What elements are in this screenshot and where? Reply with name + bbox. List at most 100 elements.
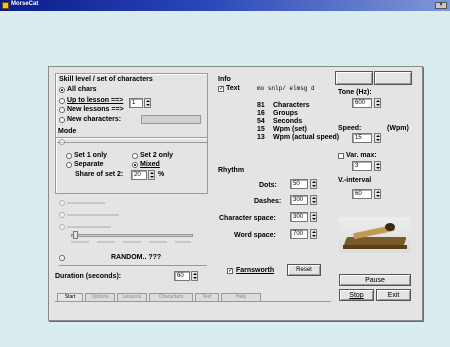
- word-space-spinner[interactable]: [310, 229, 317, 239]
- text-checkbox[interactable]: ✓: [218, 86, 224, 92]
- dots-spinner[interactable]: [310, 179, 317, 189]
- text-sample: mo snlp/ elmsg d: [257, 85, 315, 92]
- set1-only-label: Set 1 only: [74, 152, 108, 159]
- tab-characters[interactable]: Characters: [149, 293, 193, 301]
- separate-radio[interactable]: [66, 162, 72, 168]
- info-label-wpm-actual: Wpm (actual speed): [273, 134, 340, 141]
- random-divider: [59, 265, 207, 266]
- char-space-label: Character space:: [219, 215, 276, 222]
- tab-help[interactable]: Help: [221, 293, 261, 301]
- info-num-seconds: 54: [257, 118, 265, 125]
- close-icon[interactable]: ×: [435, 2, 447, 9]
- char-space-field[interactable]: 300: [290, 212, 308, 222]
- tab-options[interactable]: Options: [85, 293, 115, 301]
- text-checkbox-label: Text: [226, 85, 240, 92]
- farnsworth-checkbox[interactable]: ✓: [227, 268, 233, 274]
- tab-lessons[interactable]: Lessons: [117, 293, 147, 301]
- info-label-characters: Characters: [273, 102, 310, 109]
- new-lessons-radio[interactable]: [59, 107, 65, 113]
- random-option-3-radio: [59, 224, 65, 230]
- skill-heading: Skill level / set of characters: [59, 76, 153, 83]
- share-field[interactable]: 20: [131, 170, 147, 180]
- info-label-groups: Groups: [273, 110, 298, 117]
- duration-field[interactable]: 60: [174, 271, 190, 281]
- all-chars-radio[interactable]: [59, 87, 65, 93]
- tone-spinner[interactable]: [374, 98, 381, 108]
- info-label-seconds: Seconds: [273, 118, 303, 125]
- main-window: Skill level / set of characters All char…: [48, 66, 423, 321]
- mixed-label: Mixed: [140, 161, 160, 168]
- dots-field[interactable]: 50: [290, 179, 308, 189]
- info-num-wpm-set: 15: [257, 126, 265, 133]
- app-icon: [2, 2, 9, 9]
- info-num-groups: 16: [257, 110, 265, 117]
- tab-strip-line: [55, 301, 331, 302]
- dashes-spinner[interactable]: [310, 195, 317, 205]
- word-space-field[interactable]: 700: [290, 229, 308, 239]
- info-heading: Info: [218, 76, 231, 83]
- mode-disabled-radio: [59, 139, 65, 145]
- var-max-label: Var. max:: [346, 152, 377, 159]
- random-option-3-text: [67, 226, 111, 228]
- v-interval-spinner[interactable]: [374, 189, 381, 199]
- title-bar: MorseCat ×: [0, 0, 450, 11]
- top-left-button[interactable]: [335, 71, 373, 85]
- separate-label: Separate: [74, 161, 104, 168]
- char-space-spinner[interactable]: [310, 212, 317, 222]
- word-space-label: Word space:: [234, 232, 276, 239]
- speed-unit: (Wpm): [387, 125, 409, 132]
- tab-start[interactable]: Start: [57, 293, 83, 301]
- info-label-wpm-set: Wpm (set): [273, 126, 307, 133]
- info-num-wpm-actual: 13: [257, 134, 265, 141]
- random-option-1-text: [67, 202, 105, 204]
- window-title: MorseCat: [11, 1, 39, 7]
- new-characters-combo[interactable]: [141, 115, 201, 124]
- all-chars-label: All chars: [67, 86, 97, 93]
- top-right-button[interactable]: [374, 71, 412, 85]
- duration-spinner[interactable]: [191, 271, 198, 281]
- var-max-spinner[interactable]: [374, 161, 381, 171]
- random-slider-labels: [71, 241, 191, 243]
- set2-only-label: Set 2 only: [140, 152, 174, 159]
- up-to-lesson-label: Up to lesson ==>: [67, 97, 124, 104]
- morse-key-image: [339, 217, 411, 253]
- tone-label: Tone (Hz):: [338, 89, 372, 96]
- new-lessons-label: New lessons ==>: [67, 106, 124, 113]
- random-option-2-radio: [59, 212, 65, 218]
- var-max-checkbox[interactable]: [338, 153, 344, 159]
- dashes-field[interactable]: 300: [290, 195, 308, 205]
- random-option-1-radio: [59, 200, 65, 206]
- reset-button[interactable]: Reset: [287, 264, 321, 276]
- var-max-field[interactable]: 3: [352, 161, 372, 171]
- random-radio[interactable]: [59, 255, 65, 261]
- set1-only-radio[interactable]: [66, 153, 72, 159]
- pause-button[interactable]: Pause: [339, 274, 411, 286]
- mode-heading: Mode: [58, 128, 77, 135]
- speed-field[interactable]: 15: [352, 133, 372, 143]
- random-option-2-text: [67, 214, 119, 216]
- lesson-spinner[interactable]: [144, 98, 151, 108]
- speed-spinner[interactable]: [374, 133, 381, 143]
- v-interval-field[interactable]: 60: [352, 189, 372, 199]
- lesson-field[interactable]: 1: [129, 98, 143, 108]
- set2-only-radio[interactable]: [132, 153, 138, 159]
- new-characters-radio[interactable]: [59, 117, 65, 123]
- tone-field[interactable]: 600: [352, 98, 372, 108]
- mixed-radio[interactable]: [132, 162, 138, 168]
- random-label: RANDOM.. ???: [111, 254, 162, 261]
- share-spinner[interactable]: [148, 170, 155, 180]
- share-label: Share of set 2:: [75, 171, 124, 178]
- random-slider-thumb: [73, 231, 78, 239]
- rhythm-heading: Rhythm: [218, 167, 245, 174]
- farnsworth-label: Farnsworth: [236, 267, 275, 274]
- duration-label: Duration (seconds):: [55, 273, 122, 280]
- speed-label: Speed:: [338, 125, 362, 132]
- stop-button[interactable]: Stop: [339, 289, 374, 301]
- dashes-label: Dashes:: [254, 198, 282, 205]
- up-to-lesson-radio[interactable]: [59, 98, 65, 104]
- exit-button[interactable]: Exit: [376, 289, 411, 301]
- info-num-characters: 81: [257, 102, 265, 109]
- percent-label: %: [158, 171, 165, 178]
- v-interval-label: V.-interval: [338, 177, 372, 184]
- tab-text[interactable]: Text: [195, 293, 219, 301]
